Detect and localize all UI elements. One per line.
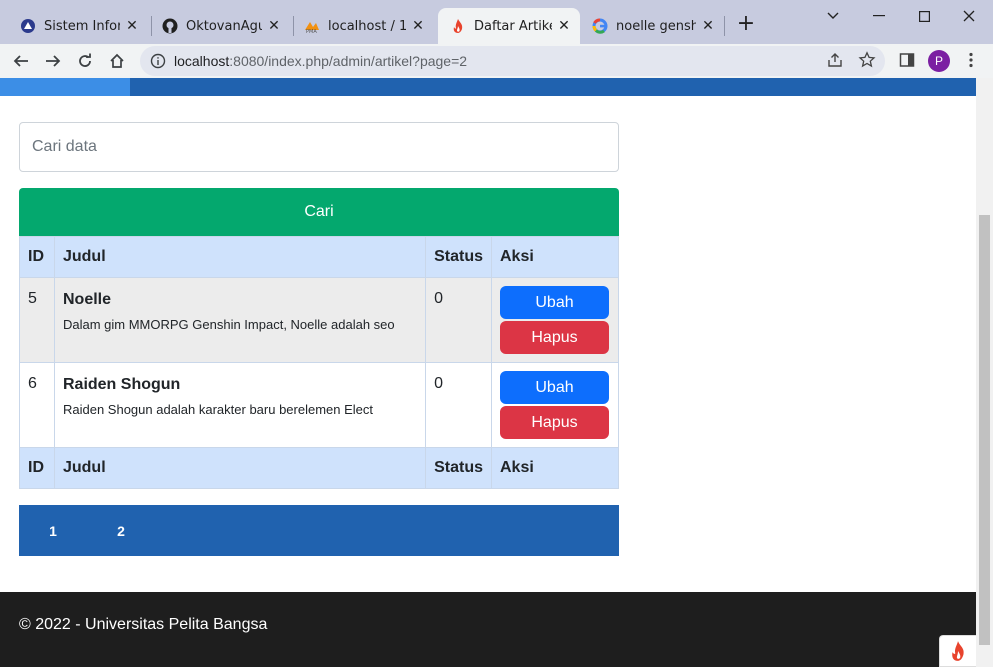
article-snippet: Dalam gim MMORPG Genshin Impact, Noelle … bbox=[62, 317, 395, 332]
close-icon[interactable]: ✕ bbox=[556, 18, 572, 34]
delete-button[interactable]: Hapus bbox=[500, 321, 609, 354]
column-header-status: Status bbox=[425, 236, 492, 278]
new-tab-button[interactable]: + bbox=[735, 13, 757, 36]
tab-separator bbox=[293, 16, 294, 36]
article-table: ID Judul Status Aksi 5 Noelle Dalam gim … bbox=[19, 236, 619, 489]
close-window-icon[interactable] bbox=[946, 6, 992, 26]
url-host: localhost bbox=[174, 53, 230, 69]
browser-toolbar: localhost:8080/index.php/admin/artikel?p… bbox=[0, 44, 993, 78]
close-icon[interactable]: ✕ bbox=[124, 18, 140, 34]
tab-daftar-artikel[interactable]: Daftar Artikel ✕ bbox=[438, 8, 580, 44]
close-icon[interactable]: ✕ bbox=[410, 18, 426, 34]
search-input[interactable] bbox=[19, 122, 619, 172]
home-icon[interactable] bbox=[104, 48, 130, 74]
table-row: 5 Noelle Dalam gim MMORPG Genshin Impact… bbox=[19, 277, 619, 363]
page-viewport: Cari ID Judul Status Aksi 5 Noelle Dalam… bbox=[0, 78, 976, 667]
edit-button[interactable]: Ubah bbox=[500, 371, 609, 404]
column-footer-id: ID bbox=[19, 447, 55, 489]
browser-tab-strip: Sistem Informa ✕ OktovanAgung ✕ PMA loca… bbox=[0, 0, 993, 44]
table-header-row: ID Judul Status Aksi bbox=[19, 236, 619, 278]
cell-judul: Raiden Shogun Raiden Shogun adalah karak… bbox=[53, 362, 427, 448]
column-footer-aksi: Aksi bbox=[491, 447, 619, 489]
cell-actions: Ubah Hapus bbox=[491, 277, 619, 363]
page-link-2[interactable]: 2 bbox=[111, 523, 131, 539]
side-panel-icon[interactable] bbox=[898, 51, 916, 69]
reload-icon[interactable] bbox=[72, 48, 98, 74]
window-dropdown-icon[interactable] bbox=[810, 6, 856, 26]
article-title: Raiden Shogun bbox=[62, 376, 181, 393]
tab-phpmyadmin[interactable]: PMA localhost / 127 ✕ bbox=[296, 8, 434, 44]
tab-separator bbox=[151, 16, 152, 36]
close-icon[interactable]: ✕ bbox=[266, 18, 282, 34]
edit-button[interactable]: Ubah bbox=[500, 286, 609, 319]
debug-toolbar-toggle[interactable] bbox=[939, 635, 976, 667]
page-link-1[interactable]: 1 bbox=[43, 523, 63, 539]
article-snippet: Raiden Shogun adalah karakter baru berel… bbox=[62, 402, 374, 417]
tab-title: OktovanAgung bbox=[186, 18, 262, 34]
codeigniter-flame-icon bbox=[450, 18, 466, 34]
share-icon[interactable] bbox=[826, 51, 844, 69]
footer-copyright: © 2022 - Universitas Pelita Bangsa bbox=[19, 616, 268, 633]
back-arrow-icon[interactable] bbox=[8, 48, 34, 74]
profile-avatar[interactable]: P bbox=[928, 50, 950, 72]
cell-judul: Noelle Dalam gim MMORPG Genshin Impact, … bbox=[53, 277, 427, 363]
navbar bbox=[0, 78, 976, 96]
forward-arrow-icon[interactable] bbox=[40, 48, 66, 74]
codeigniter-flame-icon bbox=[952, 641, 964, 661]
table-row: 6 Raiden Shogun Raiden Shogun adalah kar… bbox=[19, 362, 619, 448]
cell-status: 0 bbox=[425, 362, 492, 448]
search-button[interactable]: Cari bbox=[19, 188, 619, 236]
google-icon bbox=[592, 18, 608, 34]
navbar-active-item[interactable] bbox=[0, 78, 130, 96]
page-footer: © 2022 - Universitas Pelita Bangsa bbox=[0, 592, 976, 667]
cell-id: 5 bbox=[19, 277, 55, 363]
url-path: :8080/index.php/admin/artikel?page=2 bbox=[229, 53, 468, 69]
tab-title: Daftar Artikel bbox=[474, 18, 552, 34]
cell-status: 0 bbox=[425, 277, 492, 363]
tab-title: noelle genshin bbox=[616, 18, 696, 34]
site-info-icon[interactable] bbox=[150, 53, 166, 69]
more-menu-icon[interactable] bbox=[962, 51, 980, 69]
tab-title: localhost / 127 bbox=[328, 18, 406, 34]
tab-github[interactable]: OktovanAgung ✕ bbox=[154, 8, 290, 44]
column-header-aksi: Aksi bbox=[491, 236, 619, 278]
phpmyadmin-icon: PMA bbox=[304, 18, 320, 34]
minimize-icon[interactable] bbox=[856, 6, 902, 26]
column-header-id: ID bbox=[19, 236, 55, 278]
maximize-icon[interactable] bbox=[901, 6, 947, 26]
article-title: Noelle bbox=[62, 291, 111, 308]
address-bar[interactable]: localhost:8080/index.php/admin/artikel?p… bbox=[140, 46, 885, 76]
tab-sistem-informasi[interactable]: Sistem Informa ✕ bbox=[12, 8, 148, 44]
delete-button[interactable]: Hapus bbox=[500, 406, 609, 439]
cell-id: 6 bbox=[19, 362, 55, 448]
column-footer-judul: Judul bbox=[53, 447, 427, 489]
close-icon[interactable]: ✕ bbox=[700, 18, 716, 34]
cell-actions: Ubah Hapus bbox=[491, 362, 619, 448]
scrollbar-thumb[interactable] bbox=[979, 215, 990, 645]
university-logo-icon bbox=[20, 18, 36, 34]
github-icon bbox=[162, 18, 178, 34]
tab-separator bbox=[724, 16, 725, 36]
pagination: 1 2 bbox=[19, 505, 619, 556]
column-footer-status: Status bbox=[425, 447, 492, 489]
tab-title: Sistem Informa bbox=[44, 18, 120, 34]
tab-google-search[interactable]: noelle genshin ✕ bbox=[584, 8, 724, 44]
url-text: localhost:8080/index.php/admin/artikel?p… bbox=[174, 53, 467, 69]
bookmark-star-icon[interactable] bbox=[858, 51, 876, 69]
table-footer-row: ID Judul Status Aksi bbox=[19, 447, 619, 489]
column-header-judul: Judul bbox=[53, 236, 427, 278]
svg-text:PMA: PMA bbox=[306, 29, 317, 34]
